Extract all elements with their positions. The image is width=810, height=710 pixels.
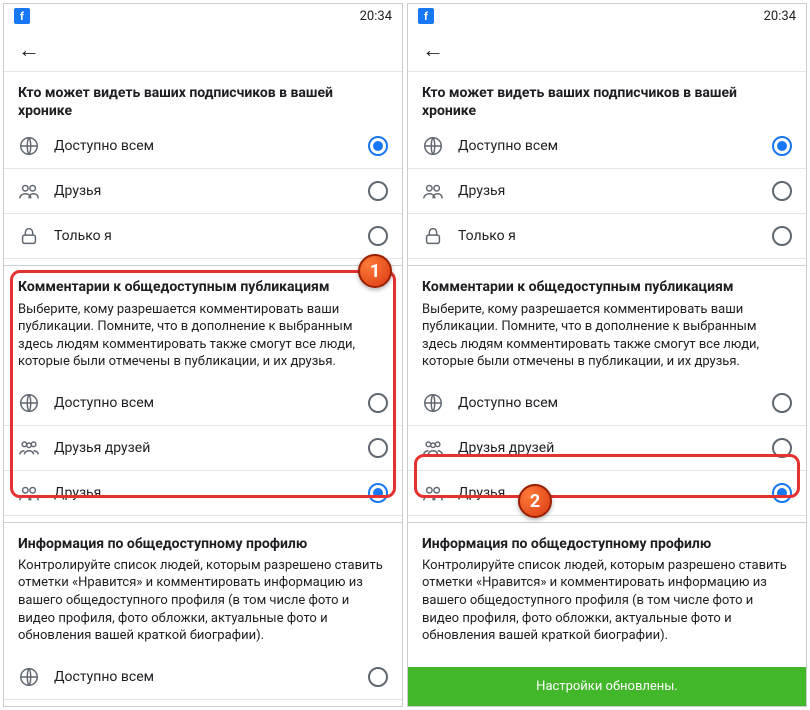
option-public[interactable]: Доступно всем bbox=[4, 124, 402, 169]
friends-icon bbox=[422, 482, 444, 504]
option-fof[interactable]: Друзья друзей bbox=[4, 700, 402, 706]
toolbar: ← bbox=[408, 28, 806, 72]
option-label: Друзья bbox=[458, 183, 772, 199]
toast-settings-updated: Настройки обновлены. bbox=[408, 667, 806, 706]
option-friends[interactable]: Друзья bbox=[4, 169, 402, 214]
facebook-icon: f bbox=[418, 8, 434, 24]
friends-icon bbox=[18, 482, 40, 504]
radio-icon bbox=[368, 667, 388, 687]
settings-content: Кто может видеть ваших подписчиков в ваш… bbox=[408, 72, 806, 706]
section-comments-title: Комментарии к общедоступным публикациям bbox=[408, 266, 806, 300]
radio-icon bbox=[368, 226, 388, 246]
back-icon[interactable]: ← bbox=[422, 37, 444, 63]
friends-icon bbox=[18, 180, 40, 202]
radio-icon bbox=[772, 483, 792, 503]
lock-icon bbox=[18, 225, 40, 247]
radio-icon bbox=[368, 393, 388, 413]
settings-content: Кто может видеть ваших подписчиков в ваш… bbox=[4, 72, 402, 706]
section-profileinfo-desc: Контролируйте список людей, которым разр… bbox=[408, 557, 806, 655]
phone-right: f 20:34 ← Кто может видеть ваших подписч… bbox=[407, 3, 807, 707]
option-friends[interactable]: Друзья bbox=[408, 471, 806, 516]
status-bar: f 20:34 bbox=[4, 4, 402, 28]
option-onlyme[interactable]: Только я bbox=[408, 214, 806, 259]
option-label: Доступно всем bbox=[458, 138, 772, 154]
toolbar: ← bbox=[4, 28, 402, 72]
friends-of-friends-icon bbox=[422, 437, 444, 459]
back-icon[interactable]: ← bbox=[18, 37, 40, 63]
section-comments-title: Комментарии к общедоступным публикациям bbox=[4, 266, 402, 300]
status-bar: f 20:34 bbox=[408, 4, 806, 28]
friends-icon bbox=[422, 180, 444, 202]
option-fof[interactable]: Друзья друзей bbox=[4, 426, 402, 471]
option-label: Только я bbox=[54, 228, 368, 244]
option-label: Друзья bbox=[54, 485, 368, 501]
radio-icon bbox=[368, 438, 388, 458]
option-fof[interactable]: Друзья друзей bbox=[408, 426, 806, 471]
section-profileinfo-desc: Контролируйте список людей, которым разр… bbox=[4, 557, 402, 655]
option-friends[interactable]: Друзья bbox=[4, 471, 402, 516]
lock-icon bbox=[422, 225, 444, 247]
option-label: Друзья друзей bbox=[54, 440, 368, 456]
radio-icon bbox=[772, 136, 792, 156]
clock: 20:34 bbox=[764, 9, 796, 24]
globe-icon bbox=[18, 392, 40, 414]
option-label: Доступно всем bbox=[458, 395, 772, 411]
globe-icon bbox=[18, 666, 40, 688]
radio-icon bbox=[368, 483, 388, 503]
option-label: Доступно всем bbox=[54, 669, 368, 685]
option-public[interactable]: Доступно всем bbox=[408, 381, 806, 426]
option-friends[interactable]: Друзья bbox=[408, 169, 806, 214]
option-public[interactable]: Доступно всем bbox=[4, 655, 402, 700]
radio-icon bbox=[772, 438, 792, 458]
globe-icon bbox=[422, 135, 444, 157]
option-label: Друзья друзей bbox=[458, 440, 772, 456]
section-comments-desc: Выберите, кому разрешается комментироват… bbox=[408, 301, 806, 381]
section-comments-desc: Выберите, кому разрешается комментироват… bbox=[4, 301, 402, 381]
option-label: Доступно всем bbox=[54, 138, 368, 154]
phone-left: f 20:34 ← Кто может видеть ваших подписч… bbox=[3, 3, 403, 707]
globe-icon bbox=[422, 392, 444, 414]
radio-icon bbox=[368, 181, 388, 201]
option-onlyme[interactable]: Только я bbox=[4, 214, 402, 259]
section-profileinfo-title: Информация по общедоступному профилю bbox=[408, 523, 806, 557]
section-followers-title: Кто может видеть ваших подписчиков в ваш… bbox=[4, 72, 402, 124]
radio-icon bbox=[368, 136, 388, 156]
option-label: Только я bbox=[458, 228, 772, 244]
radio-icon bbox=[772, 226, 792, 246]
radio-icon bbox=[772, 181, 792, 201]
option-public[interactable]: Доступно всем bbox=[408, 124, 806, 169]
clock: 20:34 bbox=[360, 9, 392, 24]
globe-icon bbox=[18, 135, 40, 157]
section-followers-title: Кто может видеть ваших подписчиков в ваш… bbox=[408, 72, 806, 124]
option-label: Доступно всем bbox=[54, 395, 368, 411]
option-label: Друзья bbox=[458, 485, 772, 501]
friends-of-friends-icon bbox=[18, 437, 40, 459]
facebook-icon: f bbox=[14, 8, 30, 24]
section-profileinfo-title: Информация по общедоступному профилю bbox=[4, 523, 402, 557]
option-label: Друзья bbox=[54, 183, 368, 199]
radio-icon bbox=[772, 393, 792, 413]
option-public[interactable]: Доступно всем bbox=[4, 381, 402, 426]
